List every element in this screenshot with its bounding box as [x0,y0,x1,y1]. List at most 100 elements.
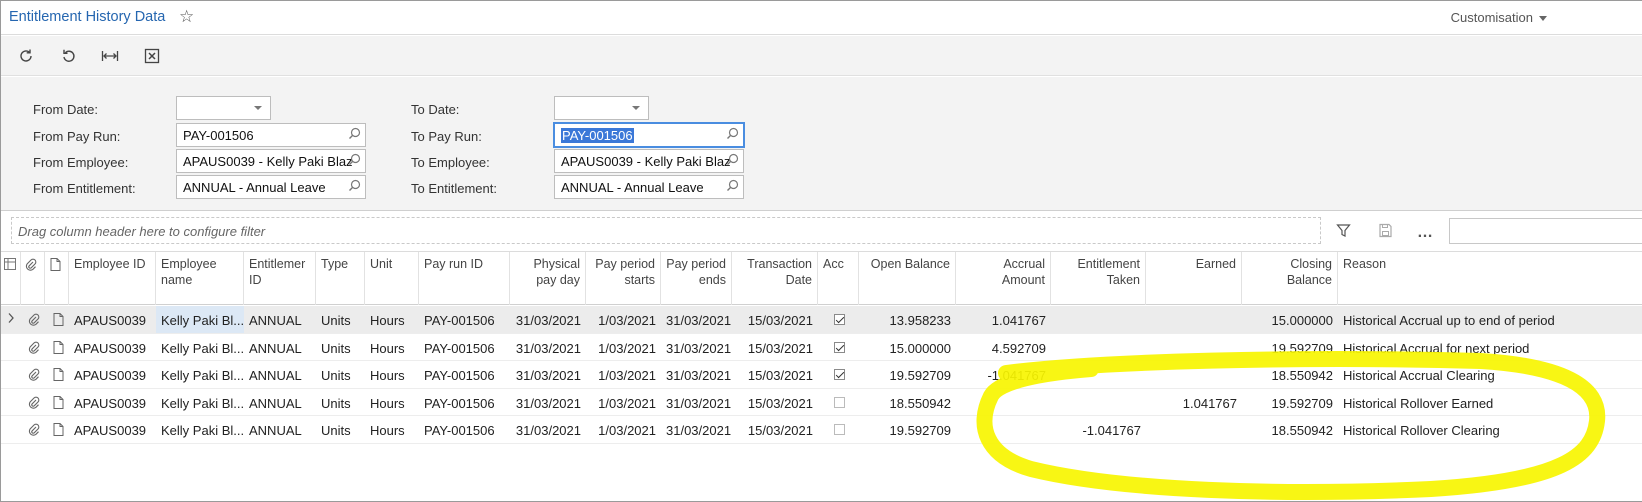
table-row[interactable]: APAUS0039 Kelly Paki Bl... ANNUAL Units Hour… [1,306,1642,334]
title-bar: Entitlement History Data ☆ Customisation [1,1,1642,35]
col-pay-run-id[interactable]: Pay run ID [419,252,510,305]
col-open-balance[interactable]: Open Balance [859,252,956,305]
save-icon[interactable] [1378,223,1393,241]
attachment-icon[interactable] [25,389,45,416]
cell-physical-pay-day: 31/03/2021 [515,340,581,356]
cell-reason: Historical Accrual up to end of period [1343,313,1555,328]
col-earned[interactable]: Earned [1146,252,1242,305]
favorite-star-icon[interactable]: ☆ [179,8,194,26]
note-icon[interactable] [50,334,69,361]
col-accrual-amount[interactable]: Accrual Amount [956,252,1051,305]
col-acc[interactable]: Acc [818,252,859,305]
table-row[interactable]: APAUS0039 Kelly Paki Bl... ANNUAL Units Hour… [1,361,1642,389]
chevron-down-icon [632,106,640,110]
acc-checkbox[interactable] [834,314,845,325]
cell-physical-pay-day: 31/03/2021 [515,423,581,438]
customisation-menu[interactable]: Customisation [1451,10,1547,25]
note-icon[interactable] [50,306,69,333]
undo-icon[interactable] [56,44,80,68]
col-reason[interactable]: Reason [1338,252,1642,305]
from-entitlement-field[interactable]: ANNUAL - Annual Leave [176,175,366,199]
cell-period-ends: 31/03/2021 [666,423,732,438]
col-entitlement-id[interactable]: Entitlemer ID [244,252,316,305]
col-physical-pay-day[interactable]: Physical pay day [510,252,586,305]
col-period-starts[interactable]: Pay period starts [586,252,661,305]
from-employee-field[interactable]: APAUS0039 - Kelly Paki Blaz [176,149,366,173]
cell-open-balance: 18.550942 [889,395,951,411]
cell-period-starts: 1/03/2021 [598,313,656,328]
cell-unit: Hours [370,395,405,411]
window-frame: Entitlement History Data ☆ Customisation… [0,0,1642,502]
cell-acc[interactable] [818,306,859,333]
fit-columns-icon[interactable] [98,44,122,68]
excel-export-icon[interactable] [140,44,164,68]
cell-accrual-amount: 4.592709 [991,340,1046,356]
search-icon[interactable] [726,153,739,169]
search-icon[interactable] [348,127,361,143]
acc-checkbox[interactable] [834,369,845,380]
cell-employee-id: APAUS0039 [74,423,147,438]
from-entitlement-value: ANNUAL - Annual Leave [183,180,326,195]
cell-acc[interactable] [818,361,859,388]
to-employee-field[interactable]: APAUS0039 - Kelly Paki Blaz [554,149,744,173]
col-employee-name[interactable]: Employee name [156,252,244,305]
cell-closing-balance: 19.592709 [1271,395,1333,411]
to-date-label: To Date: [411,102,460,117]
cell-type: Units [321,423,351,438]
note-icon[interactable] [50,361,69,388]
col-employee-id[interactable]: Employee ID [69,252,156,305]
acc-checkbox[interactable] [834,341,845,353]
search-icon[interactable] [348,179,361,195]
cell-accrual-amount: -1.041767 [987,368,1046,383]
cell-acc[interactable] [818,389,859,416]
cell-earned [1146,306,1242,333]
cell-acc[interactable] [818,334,859,361]
cell-period-ends: 31/03/2021 [666,340,732,356]
cell-entitlement-taken [1051,306,1146,333]
col-closing-balance[interactable]: Closing Balance [1242,252,1338,305]
note-icon[interactable] [50,389,69,416]
table-row[interactable]: APAUS0039 Kelly Paki Bl... ANNUAL Units Hour… [1,389,1642,416]
cell-closing-balance: 18.550942 [1271,423,1333,438]
to-entitlement-field[interactable]: ANNUAL - Annual Leave [554,175,744,199]
search-icon[interactable] [726,127,739,143]
to-date-field[interactable] [554,96,649,120]
customisation-label: Customisation [1450,10,1533,25]
column-chooser-icon[interactable] [1,252,21,305]
attachment-icon[interactable] [25,306,45,333]
cell-entitlement-taken [1051,361,1146,388]
refresh-icon[interactable] [14,44,38,68]
filter-icon[interactable] [1336,223,1351,241]
more-options-icon[interactable]: … [1417,224,1434,242]
acc-checkbox[interactable] [834,424,845,435]
attachment-icon[interactable] [25,361,45,388]
grid-header: Employee ID Employee name Entitlemer ID … [1,251,1642,305]
from-entitlement-label: From Entitlement: [33,181,136,196]
from-date-field[interactable] [176,96,271,120]
cell-entitlement-id: ANNUAL [249,368,302,383]
search-icon[interactable] [348,153,361,169]
search-icon[interactable] [726,179,739,195]
row-selector-arrow-icon[interactable] [3,306,21,333]
to-pay-run-field[interactable]: PAY-001506 [554,123,744,147]
col-transaction-date[interactable]: Transaction Date [732,252,818,305]
table-row[interactable]: APAUS0039 Kelly Paki Bl... ANNUAL Units Hour… [1,334,1642,361]
col-period-ends[interactable]: Pay period ends [661,252,732,305]
acc-checkbox[interactable] [834,396,845,408]
note-icon[interactable] [50,416,69,443]
table-row[interactable]: APAUS0039 Kelly Paki Bl... ANNUAL Units Hour… [1,416,1642,444]
cell-employee-name: Kelly Paki Bl... [161,423,244,438]
attachment-icon[interactable] [25,416,45,443]
cell-entitlement-id: ANNUAL [249,313,302,328]
attachment-icon[interactable] [25,334,45,361]
col-type[interactable]: Type [316,252,365,305]
cell-physical-pay-day: 31/03/2021 [515,395,581,411]
cell-acc[interactable] [818,416,859,443]
col-entitlement-taken[interactable]: Entitlement Taken [1051,252,1146,305]
cell-open-balance: 15.000000 [889,340,951,356]
group-drop-zone[interactable]: Drag column header here to configure fil… [11,217,1321,244]
from-pay-run-field[interactable]: PAY-001506 [176,123,366,147]
grid-search-input[interactable] [1449,218,1642,244]
col-unit[interactable]: Unit [365,252,419,305]
cell-earned [1146,416,1242,443]
